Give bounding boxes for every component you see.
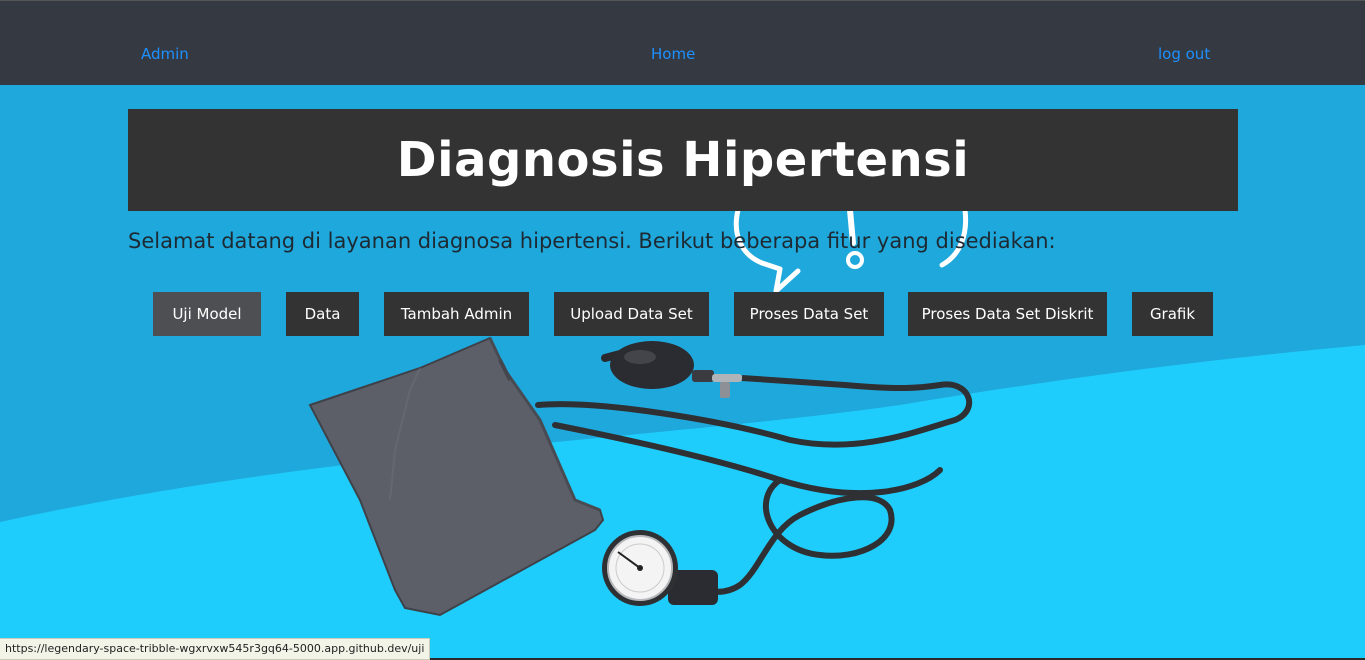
pump-bulb-shape <box>601 341 846 398</box>
page-title-banner: Diagnosis Hipertensi <box>128 109 1238 211</box>
data-button[interactable]: Data <box>286 292 359 336</box>
nav-logout-link[interactable]: log out <box>1158 45 1210 63</box>
welcome-text: Selamat datang di layanan diagnosa hiper… <box>128 229 1056 253</box>
pressure-gauge-shape <box>602 530 718 606</box>
link-status-bar: https://legendary-space-tribble-wgxrvxw5… <box>0 638 431 660</box>
proses-data-set-diskrit-button[interactable]: Proses Data Set Diskrit <box>908 292 1107 336</box>
top-navbar: Admin Home log out <box>0 0 1365 85</box>
nav-home-link[interactable]: Home <box>651 45 695 63</box>
proses-data-set-button[interactable]: Proses Data Set <box>734 292 884 336</box>
nav-admin-link[interactable]: Admin <box>141 45 189 63</box>
cuff-shape <box>308 336 605 617</box>
tambah-admin-button[interactable]: Tambah Admin <box>384 292 529 336</box>
blood-pressure-monitor-image <box>308 336 973 617</box>
uji-model-button[interactable]: Uji Model <box>153 292 261 336</box>
grafik-button[interactable]: Grafik <box>1132 292 1213 336</box>
page-title: Diagnosis Hipertensi <box>396 132 970 188</box>
upload-data-set-button[interactable]: Upload Data Set <box>554 292 709 336</box>
